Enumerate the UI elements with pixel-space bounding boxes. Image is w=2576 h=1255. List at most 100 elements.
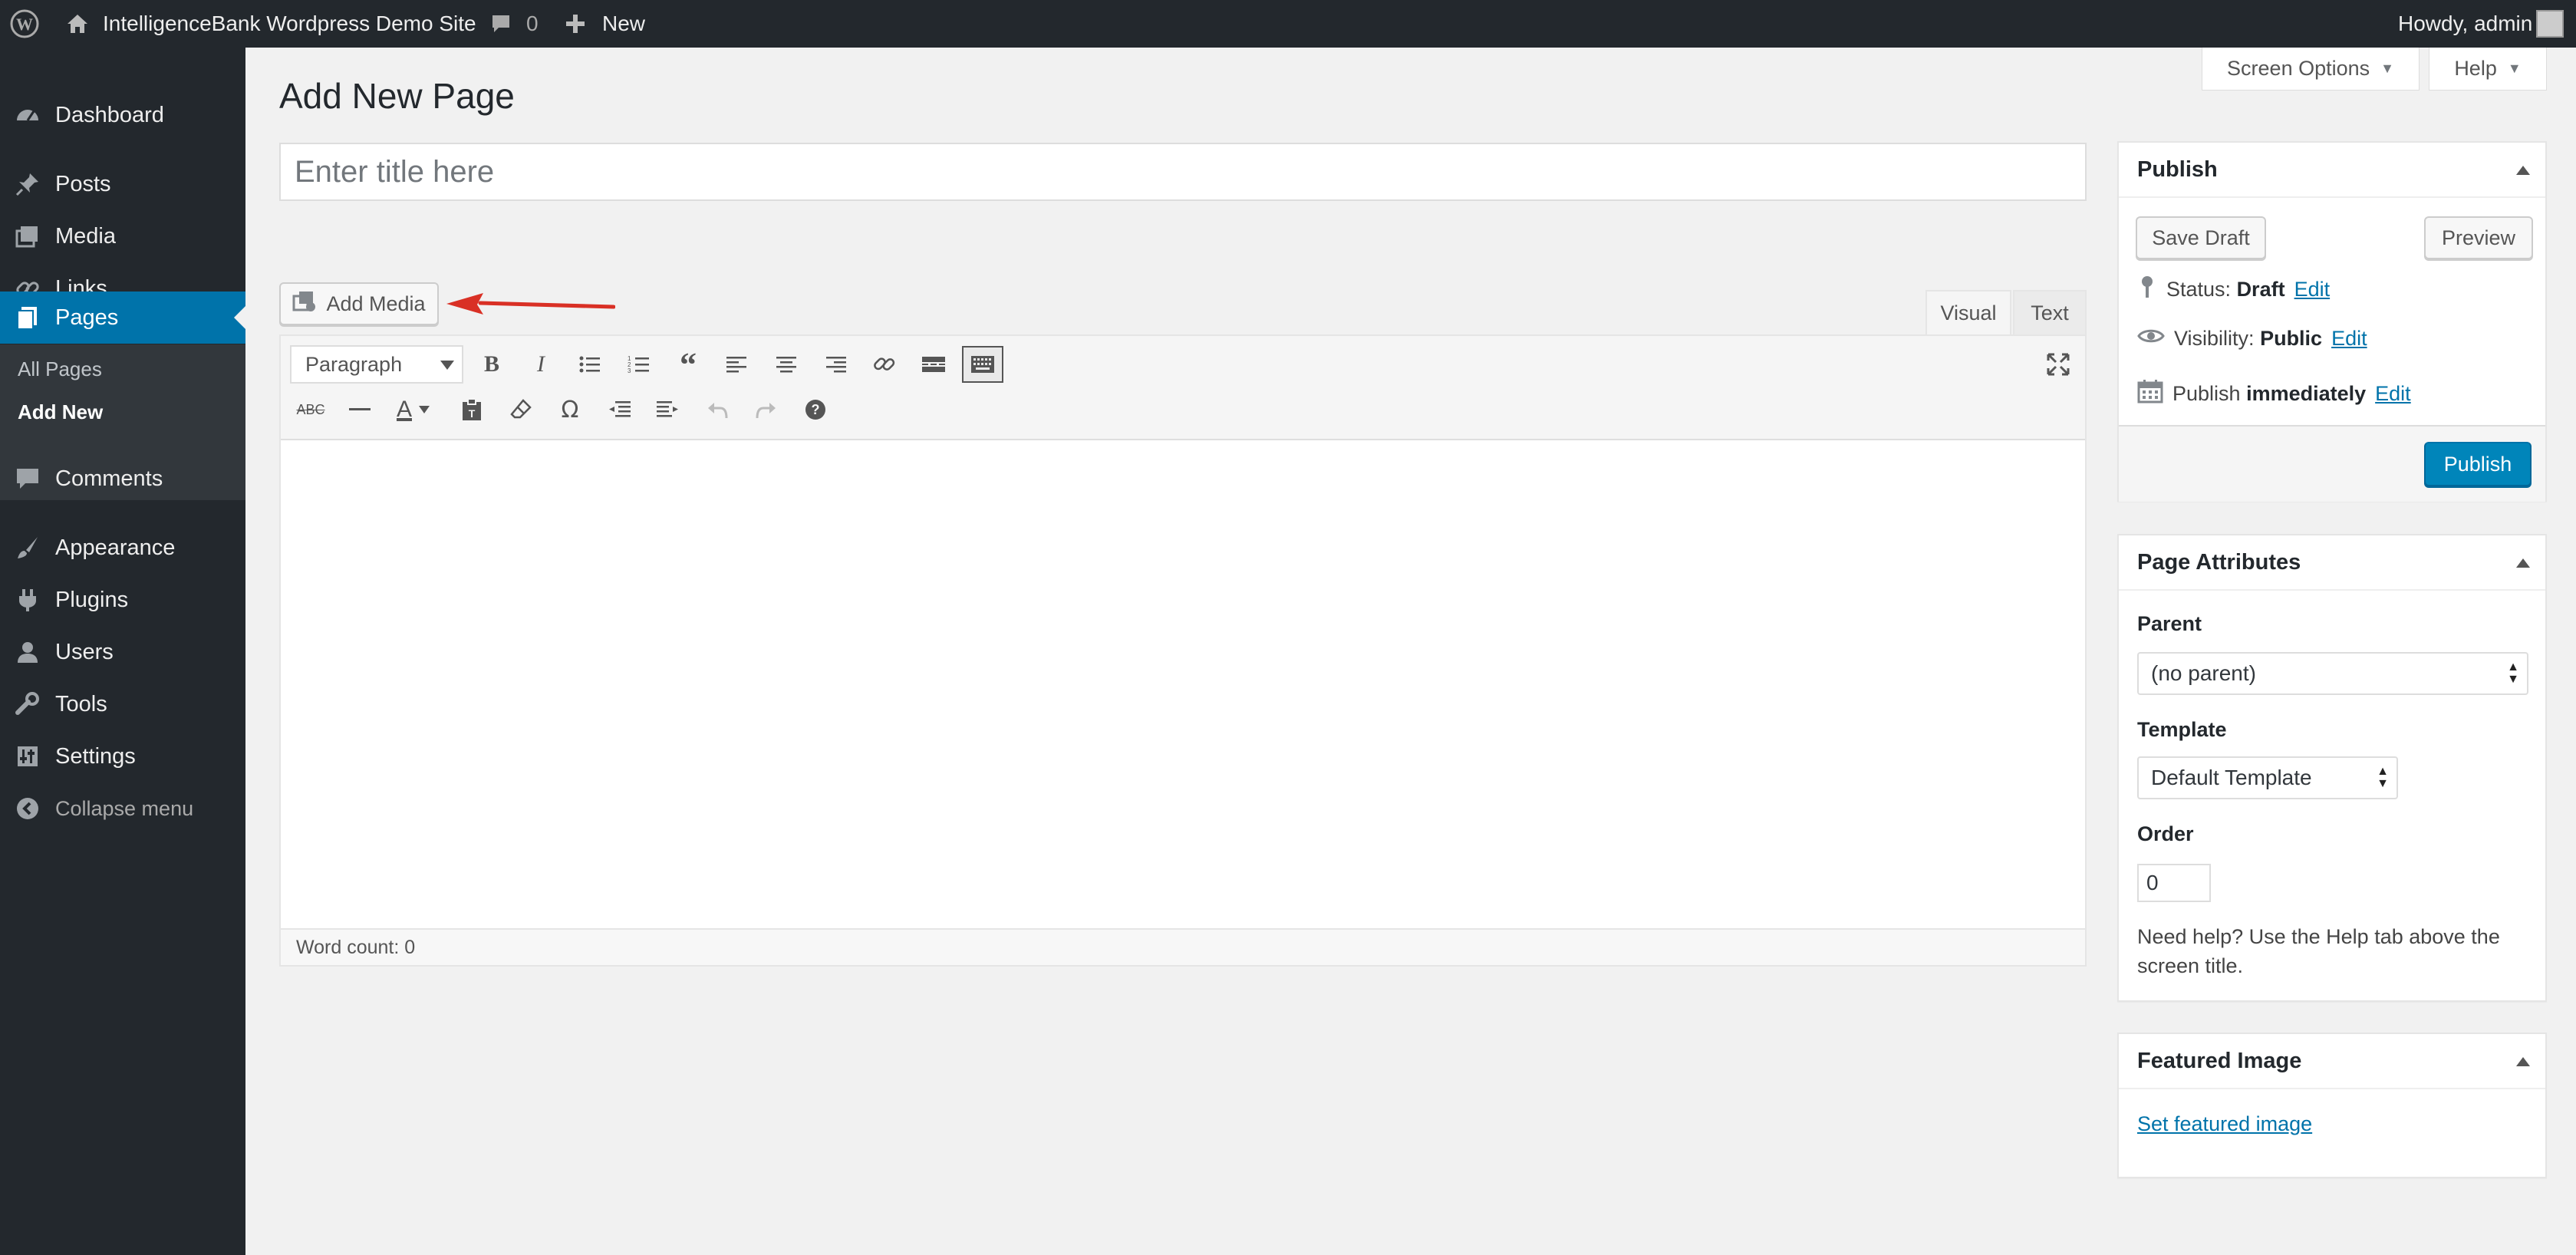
status-edit-link[interactable]: Edit — [2294, 278, 2331, 301]
collapse-arrow-icon[interactable] — [2516, 1057, 2530, 1066]
format-select[interactable]: Paragraph — [290, 345, 463, 384]
content-edit-area[interactable] — [281, 442, 2085, 902]
strikethrough-icon[interactable]: ABC — [290, 391, 331, 428]
horizontal-line-icon[interactable] — [339, 391, 380, 428]
avatar[interactable] — [2536, 0, 2564, 48]
admin-bar: W IntelligenceBank Wordpress Demo Site 0… — [0, 0, 2576, 48]
chevron-down-icon[interactable] — [413, 391, 436, 428]
plus-icon[interactable] — [565, 0, 586, 48]
parent-select[interactable]: (no parent) ▲ ▼ — [2137, 652, 2528, 695]
collapse-arrow-icon[interactable] — [2516, 558, 2530, 568]
outdent-icon[interactable] — [598, 391, 640, 428]
chevron-down-icon — [440, 361, 454, 377]
site-name-link[interactable]: IntelligenceBank Wordpress Demo Site — [103, 0, 476, 48]
collapse-arrow-icon[interactable] — [2516, 166, 2530, 175]
set-featured-image-link[interactable]: Set featured image — [2137, 1112, 2312, 1136]
clear-formatting-icon[interactable] — [500, 391, 542, 428]
publish-button[interactable]: Publish — [2424, 442, 2532, 486]
svg-text:?: ? — [812, 402, 820, 417]
toolbar-toggle-icon[interactable] — [962, 346, 1003, 383]
menu-item-media[interactable]: Media — [0, 210, 245, 262]
comments-count[interactable]: 0 — [526, 0, 539, 48]
svg-text:W: W — [16, 15, 33, 34]
pages-icon — [14, 304, 41, 331]
preview-button[interactable]: Preview — [2424, 216, 2533, 259]
dashboard-icon — [14, 101, 41, 129]
caret-down-icon: ▼ — [2380, 61, 2394, 76]
menu-item-plugins[interactable]: Plugins — [0, 574, 245, 626]
menu-item-comments[interactable]: Comments — [0, 453, 245, 505]
order-input[interactable] — [2137, 864, 2211, 902]
menu-item-pages[interactable]: Pages — [0, 292, 245, 344]
featured-image-box: Featured Image Set featured image — [2117, 1033, 2547, 1178]
featured-image-heading[interactable]: Featured Image — [2119, 1034, 2545, 1089]
order-label: Order — [2137, 822, 2194, 845]
align-right-icon[interactable] — [815, 346, 856, 383]
publish-heading[interactable]: Publish — [2119, 143, 2545, 198]
pin-icon — [14, 170, 41, 198]
brush-icon — [14, 534, 41, 562]
collapse-menu-button[interactable]: Collapse menu — [0, 782, 245, 835]
bullet-list-icon[interactable] — [569, 346, 611, 383]
screen-options-button[interactable]: Screen Options ▼ — [2202, 48, 2420, 91]
wrench-icon — [14, 690, 41, 718]
parent-label: Parent — [2137, 612, 2202, 635]
eye-icon — [2137, 327, 2165, 351]
bold-icon[interactable]: B — [471, 346, 512, 383]
word-count: Word count: 0 — [281, 928, 2085, 965]
title-input[interactable] — [279, 143, 2087, 201]
collapse-icon — [14, 795, 41, 822]
page-title: Add New Page — [279, 76, 515, 116]
visibility-row: Visibility: Public Edit — [2137, 327, 2367, 351]
select-arrows-icon: ▲ ▼ — [2377, 765, 2389, 790]
menu-item-dashboard[interactable]: Dashboard — [0, 89, 245, 141]
select-arrows-icon: ▲ ▼ — [2507, 660, 2519, 686]
tab-text[interactable]: Text — [2013, 290, 2087, 334]
fullscreen-icon[interactable] — [2037, 346, 2079, 383]
tab-visual[interactable]: Visual — [1925, 290, 2011, 334]
menu-item-tools[interactable]: Tools — [0, 678, 245, 730]
menu-item-appearance[interactable]: Appearance — [0, 522, 245, 574]
save-draft-button[interactable]: Save Draft — [2136, 216, 2266, 259]
status-row: Status: Draft Edit — [2137, 275, 2330, 305]
publish-time-edit-link[interactable]: Edit — [2375, 382, 2411, 406]
help-button[interactable]: Help ▼ — [2429, 48, 2547, 91]
annotation-arrow-icon — [446, 293, 615, 315]
content-editor: Paragraph B I 123 “ ABC A T Ω ? Word cou… — [279, 334, 2087, 967]
howdy-link[interactable]: Howdy, admin — [2398, 0, 2532, 48]
menu-item-settings[interactable]: Settings — [0, 730, 245, 782]
visibility-edit-link[interactable]: Edit — [2331, 327, 2367, 351]
help-circle-icon[interactable]: ? — [795, 391, 836, 428]
comment-icon[interactable] — [489, 0, 512, 48]
template-select[interactable]: Default Template ▲ ▼ — [2137, 756, 2398, 799]
publish-box: Publish Save Draft Preview Status: Draft… — [2117, 141, 2547, 502]
insert-link-icon[interactable] — [864, 346, 905, 383]
new-content-link[interactable]: New — [602, 0, 645, 48]
align-left-icon[interactable] — [716, 346, 758, 383]
submenu-add-new[interactable]: Add New — [18, 400, 103, 424]
numbered-list-icon[interactable]: 123 — [618, 346, 660, 383]
editor-toolbar: Paragraph B I 123 “ ABC A T Ω ? — [281, 336, 2085, 440]
comment-icon — [14, 465, 41, 492]
undo-icon[interactable] — [697, 391, 738, 428]
page-attributes-help: Need help? Use the Help tab above the sc… — [2137, 925, 2500, 977]
redo-icon[interactable] — [746, 391, 787, 428]
add-media-icon — [292, 290, 317, 318]
wordpress-logo-icon[interactable]: W — [9, 0, 40, 48]
site-home-icon[interactable] — [64, 0, 91, 48]
admin-menu: Dashboard Posts Media Links Pages All Pa… — [0, 48, 245, 1255]
align-center-icon[interactable] — [766, 346, 807, 383]
read-more-icon[interactable] — [913, 346, 954, 383]
indent-icon[interactable] — [647, 391, 689, 428]
add-media-button[interactable]: Add Media — [279, 282, 439, 325]
caret-down-icon: ▼ — [2507, 61, 2522, 76]
menu-item-users[interactable]: Users — [0, 626, 245, 678]
blockquote-icon[interactable]: “ — [667, 346, 709, 384]
plug-icon — [14, 586, 41, 614]
italic-icon[interactable]: I — [520, 346, 562, 383]
special-character-icon[interactable]: Ω — [549, 391, 591, 428]
paste-text-icon[interactable]: T — [451, 391, 492, 428]
page-attributes-heading[interactable]: Page Attributes — [2119, 535, 2545, 591]
menu-item-posts[interactable]: Posts — [0, 158, 245, 210]
submenu-all-pages[interactable]: All Pages — [18, 357, 102, 381]
